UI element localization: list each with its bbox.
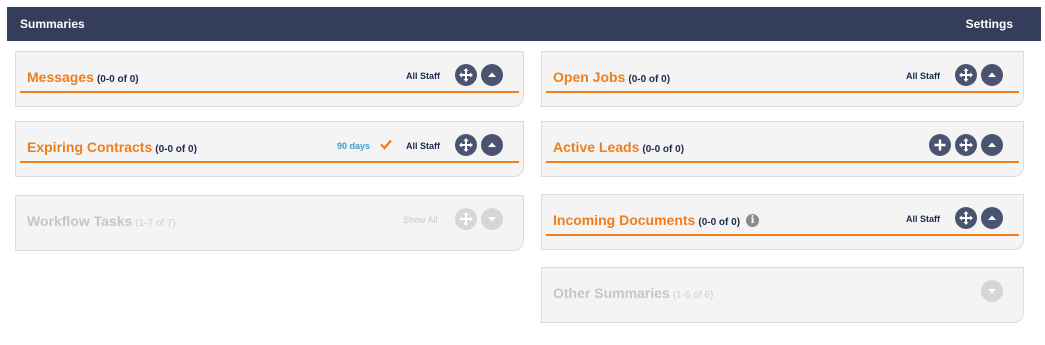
move-arrows-icon[interactable]: [955, 134, 977, 156]
panel-title[interactable]: Incoming Documents (0-0 of 0): [553, 212, 740, 228]
chevron-up-icon[interactable]: [981, 134, 1003, 156]
panel-header: Expiring Contracts (0-0 of 0) 90 days All…: [20, 130, 519, 163]
panel-title-text: Expiring Contracts: [27, 139, 153, 155]
panel-header: Other Summaries (1-6 of 6): [546, 276, 1019, 309]
panel-count: (0-0 of 0): [155, 144, 197, 155]
other-summaries-panel: Other Summaries (1-6 of 6): [541, 267, 1024, 323]
messages-panel: Messages (0-0 of 0) All Staff: [15, 51, 524, 107]
panel-count: (0-0 of 0): [96, 74, 139, 85]
panel-title[interactable]: Other Summaries (1-6 of 6): [553, 285, 713, 301]
chevron-up-icon[interactable]: [481, 64, 503, 86]
move-arrows-icon[interactable]: [455, 134, 477, 156]
panel-count: (1-6 of 6): [672, 290, 714, 301]
move-arrows-icon[interactable]: [455, 208, 477, 230]
panel-title[interactable]: Open Jobs (0-0 of 0): [553, 69, 670, 85]
panel-title-text: Workflow Tasks: [27, 213, 133, 229]
panel-header: Workflow Tasks (1-7 of 7) Show All: [20, 204, 519, 237]
panel-count: (0-0 of 0): [642, 144, 685, 155]
panel-count: (0-0 of 0): [698, 217, 741, 228]
incoming-documents-panel: Incoming Documents (0-0 of 0) i All Staff: [541, 194, 1024, 250]
panel-title-text: Other Summaries: [553, 285, 670, 301]
settings-link[interactable]: Settings: [966, 17, 1013, 31]
checkmark-icon: [380, 139, 392, 150]
open-jobs-panel: Open Jobs (0-0 of 0) All Staff: [541, 51, 1024, 107]
panel-count: (0-0 of 0): [628, 74, 671, 85]
panel-header: Messages (0-0 of 0) All Staff: [20, 60, 519, 93]
panel-title-text: Messages: [27, 69, 94, 85]
active-leads-panel: Active Leads (0-0 of 0): [541, 121, 1024, 177]
move-arrows-icon[interactable]: [455, 64, 477, 86]
topbar: Summaries Settings: [7, 7, 1041, 41]
staff-filter[interactable]: All Staff: [406, 71, 440, 81]
staff-filter[interactable]: All Staff: [906, 214, 940, 224]
expiring-contracts-panel: Expiring Contracts (0-0 of 0) 90 days All…: [15, 121, 524, 177]
staff-filter[interactable]: All Staff: [406, 141, 440, 151]
staff-filter[interactable]: All Staff: [906, 71, 940, 81]
move-arrows-icon[interactable]: [955, 207, 977, 229]
panel-title[interactable]: Messages (0-0 of 0): [27, 69, 139, 85]
chevron-down-icon[interactable]: [481, 208, 503, 230]
panel-header: Open Jobs (0-0 of 0) All Staff: [546, 60, 1019, 93]
panel-header: Active Leads (0-0 of 0): [546, 130, 1019, 163]
panel-title[interactable]: Expiring Contracts (0-0 of 0): [27, 139, 197, 155]
panel-title-text: Incoming Documents: [553, 212, 696, 228]
info-icon[interactable]: i: [746, 214, 759, 227]
panel-title[interactable]: Active Leads (0-0 of 0): [553, 139, 684, 155]
panel-header: Incoming Documents (0-0 of 0) i All Staff: [546, 203, 1019, 236]
panel-title-text: Open Jobs: [553, 69, 626, 85]
show-all-filter[interactable]: Show All: [403, 215, 438, 225]
chevron-up-icon[interactable]: [981, 64, 1003, 86]
days-filter[interactable]: 90 days: [337, 141, 370, 151]
plus-icon[interactable]: [929, 134, 951, 156]
panel-title-text: Active Leads: [553, 139, 640, 155]
panel-title[interactable]: Workflow Tasks (1-7 of 7): [27, 213, 176, 229]
move-arrows-icon[interactable]: [955, 64, 977, 86]
chevron-down-icon[interactable]: [981, 280, 1003, 302]
chevron-up-icon[interactable]: [481, 134, 503, 156]
page-title: Summaries: [20, 17, 85, 31]
workflow-tasks-panel: Workflow Tasks (1-7 of 7) Show All: [15, 195, 524, 251]
panel-count: (1-7 of 7): [135, 218, 176, 229]
chevron-up-icon[interactable]: [981, 207, 1003, 229]
